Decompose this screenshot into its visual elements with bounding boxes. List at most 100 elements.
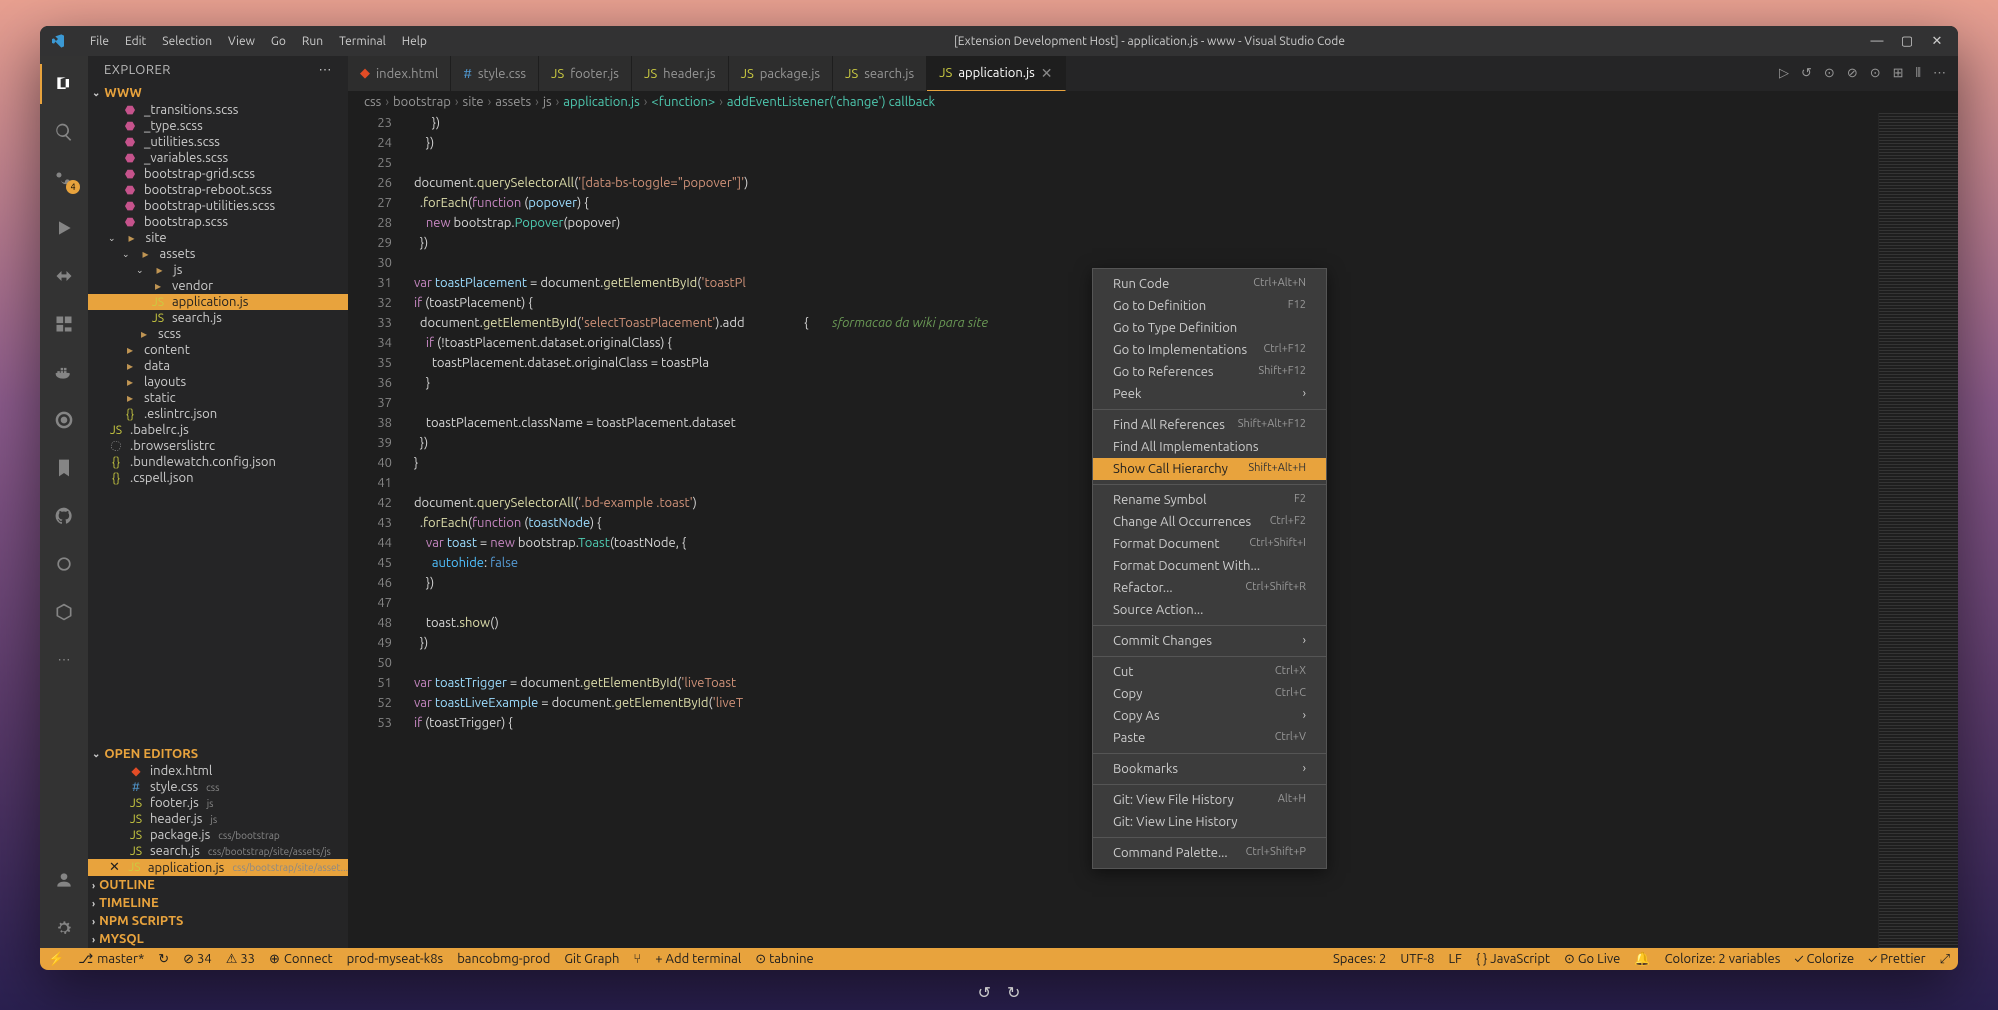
open-editor-item[interactable]: #style.csscss <box>88 779 348 795</box>
tree-item[interactable]: ⬣bootstrap-grid.scss <box>88 166 348 182</box>
tree-item[interactable]: JSapplication.js <box>88 294 348 310</box>
tab-action-7[interactable]: ⋯ <box>1933 66 1946 81</box>
tab-action-1[interactable]: ↺ <box>1801 66 1812 81</box>
account-icon[interactable] <box>40 860 88 900</box>
section-outline[interactable]: OUTLINE <box>88 876 348 894</box>
addterm-status[interactable]: + Add terminal <box>655 952 741 966</box>
tree-item[interactable]: ⬣bootstrap-reboot.scss <box>88 182 348 198</box>
tab-application.js[interactable]: JSapplication.js✕ <box>927 56 1065 91</box>
sync-status[interactable]: ↻ <box>158 952 169 967</box>
context-menu-item[interactable]: Find All ReferencesShift+Alt+F12 <box>1093 414 1326 436</box>
gitgraph-status[interactable]: Git Graph <box>564 952 619 966</box>
menu-terminal[interactable]: Terminal <box>333 33 392 50</box>
menu-selection[interactable]: Selection <box>156 33 218 50</box>
context-menu-item[interactable]: Go to DefinitionF12 <box>1093 295 1326 317</box>
context-menu-item[interactable]: Format DocumentCtrl+Shift+I <box>1093 533 1326 555</box>
tree-item[interactable]: ◌.browserslistrc <box>88 438 348 454</box>
settings-icon[interactable] <box>40 908 88 948</box>
scm-icon[interactable]: 4 <box>40 160 88 200</box>
tree-item[interactable]: {}.cspell.json <box>88 470 348 486</box>
open-editor-item[interactable]: JSfooter.jsjs <box>88 795 348 811</box>
tab-search.js[interactable]: JSsearch.js <box>833 56 927 91</box>
section-timeline[interactable]: TIMELINE <box>88 894 348 912</box>
breadcrumb[interactable]: css›bootstrap›site›assets›js›application… <box>348 91 1958 113</box>
tree-item[interactable]: JSsearch.js <box>88 310 348 326</box>
errors-status[interactable]: ⊘ 34 <box>183 952 212 967</box>
context-menu-item[interactable]: Git: View Line History <box>1093 811 1326 833</box>
eol-status[interactable]: LF <box>1448 952 1461 966</box>
open-editor-item[interactable]: JSsearch.jscss/bootstrap/site/assets/js <box>88 843 348 859</box>
expand-icon[interactable]: ⤢ <box>1940 952 1950 967</box>
breadcrumb-segment[interactable]: addEventListener('change') callback <box>727 95 935 109</box>
remote-status[interactable]: ⚡ <box>48 952 64 967</box>
tree-item[interactable]: ▸site <box>88 230 348 246</box>
breadcrumb-segment[interactable]: site <box>463 95 484 109</box>
menu-run[interactable]: Run <box>296 33 329 50</box>
context-menu-item[interactable]: Go to ImplementationsCtrl+F12 <box>1093 339 1326 361</box>
connect-status[interactable]: ⊕ Connect <box>269 952 333 967</box>
context-menu-item[interactable]: CopyCtrl+C <box>1093 683 1326 705</box>
tree-item[interactable]: ⬣_type.scss <box>88 118 348 134</box>
docker-icon[interactable] <box>40 352 88 392</box>
breadcrumb-segment[interactable]: assets <box>495 95 531 109</box>
context-menu-item[interactable]: Git: View File HistoryAlt+H <box>1093 789 1326 811</box>
context-menu-item[interactable]: Go to ReferencesShift+F12 <box>1093 361 1326 383</box>
open-editor-item[interactable]: JSheader.jsjs <box>88 811 348 827</box>
tree-item[interactable]: ⬣_transitions.scss <box>88 102 348 118</box>
tree-item[interactable]: ⬣_variables.scss <box>88 150 348 166</box>
target-icon[interactable] <box>40 400 88 440</box>
tab-action-0[interactable]: ▷ <box>1779 66 1789 81</box>
context-menu-item[interactable]: Bookmarks <box>1093 758 1326 780</box>
tab-index.html[interactable]: ◆index.html <box>348 56 451 91</box>
colorize-status[interactable]: Colorize: 2 variables <box>1665 952 1781 966</box>
menu-edit[interactable]: Edit <box>119 33 152 50</box>
context-menu-item[interactable]: PasteCtrl+V <box>1093 727 1326 749</box>
maximize-button[interactable]: ▢ <box>1896 34 1918 49</box>
reload-left-icon[interactable]: ↺ <box>978 983 991 1002</box>
bell-icon[interactable]: 🔔 <box>1634 952 1650 967</box>
spaces-status[interactable]: Spaces: 2 <box>1333 952 1386 966</box>
reload-right-icon[interactable]: ↻ <box>1007 983 1020 1002</box>
git-branch[interactable]: ⎇ master* <box>78 952 144 967</box>
tree-item[interactable]: ⬣bootstrap.scss <box>88 214 348 230</box>
github-icon[interactable] <box>40 496 88 536</box>
context-menu-item[interactable]: Rename SymbolF2 <box>1093 489 1326 511</box>
k8s-status[interactable]: prod-myseat-k8s <box>347 952 444 966</box>
menu-file[interactable]: File <box>84 33 115 50</box>
context-menu-item[interactable]: Source Action... <box>1093 599 1326 621</box>
tab-action-3[interactable]: ⊘ <box>1847 66 1858 81</box>
breadcrumb-segment[interactable]: bootstrap <box>393 95 451 109</box>
tree-item[interactable]: ▸assets <box>88 246 348 262</box>
tree-item[interactable]: {}.eslintrc.json <box>88 406 348 422</box>
extensions-icon[interactable] <box>40 304 88 344</box>
menu-help[interactable]: Help <box>396 33 433 50</box>
context-menu-item[interactable]: Copy As <box>1093 705 1326 727</box>
breadcrumb-segment[interactable]: css <box>364 95 381 109</box>
tree-item[interactable]: ▸vendor <box>88 278 348 294</box>
minimap[interactable] <box>1878 113 1958 948</box>
menu-go[interactable]: Go <box>265 33 292 50</box>
ellipsis-icon[interactable]: ⋯ <box>40 640 88 680</box>
tree-item[interactable]: ▸content <box>88 342 348 358</box>
tree-item[interactable]: ▸layouts <box>88 374 348 390</box>
prettier-status[interactable]: ✓ Prettier <box>1868 952 1925 966</box>
tab-footer.js[interactable]: JSfooter.js <box>539 56 632 91</box>
tab-package.js[interactable]: JSpackage.js <box>729 56 833 91</box>
tab-action-6[interactable]: ⫴ <box>1916 66 1921 81</box>
colorize2-status[interactable]: ✓ Colorize <box>1794 952 1854 966</box>
breadcrumb-segment[interactable]: js <box>543 95 552 109</box>
search-icon[interactable] <box>40 112 88 152</box>
fork-icon[interactable]: ⑂ <box>633 952 641 966</box>
tab-action-5[interactable]: ⊞ <box>1893 66 1904 81</box>
tab-close-icon[interactable]: ✕ <box>1041 65 1053 82</box>
context-menu-item[interactable]: Run CodeCtrl+Alt+N <box>1093 273 1326 295</box>
open-editor-item[interactable]: ✕JSapplication.jscss/bootstrap/site/asse… <box>88 859 348 876</box>
minimize-button[interactable]: — <box>1866 34 1888 49</box>
tree-item[interactable]: ⬣bootstrap-utilities.scss <box>88 198 348 214</box>
tab-style.css[interactable]: #style.css <box>451 56 539 91</box>
context-menu-item[interactable]: Format Document With... <box>1093 555 1326 577</box>
open-editors-header[interactable]: OPEN EDITORS <box>88 745 348 763</box>
context-menu-item[interactable]: Refactor...Ctrl+Shift+R <box>1093 577 1326 599</box>
tab-action-2[interactable]: ⊙ <box>1824 66 1835 81</box>
golive-status[interactable]: ⊙ Go Live <box>1564 952 1620 967</box>
